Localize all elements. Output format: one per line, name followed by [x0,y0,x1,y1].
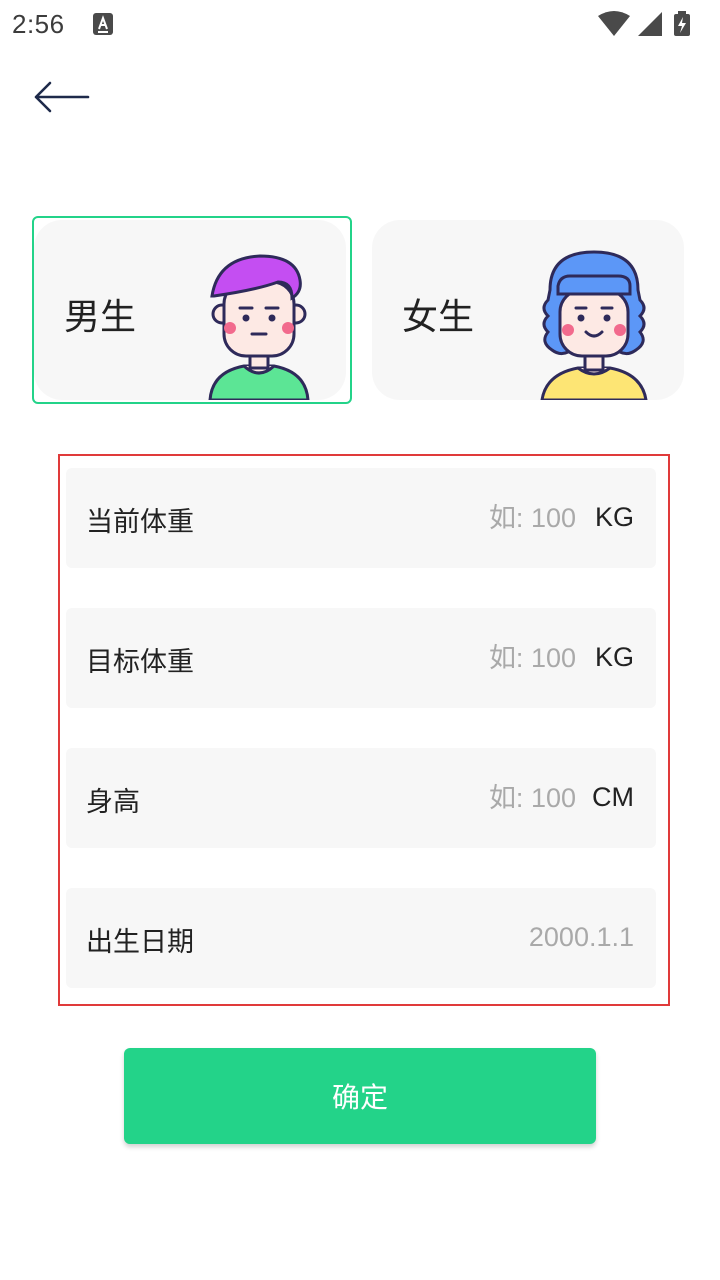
height-field: 身高 CM [66,748,656,848]
male-avatar-icon [208,254,310,400]
gender-male-label: 男生 [64,297,137,338]
female-avatar-icon [540,250,648,400]
current-weight-input[interactable] [376,498,576,538]
back-button[interactable] [30,72,96,122]
target-weight-label: 目标体重 [86,647,194,678]
height-input[interactable] [376,778,576,818]
status-right-icons [596,10,706,38]
height-unit: CM [592,782,634,812]
battery-charging-icon [674,11,690,36]
birth-date-field[interactable]: 出生日期 2000.1.1 [66,888,656,988]
current-weight-unit: KG [594,502,634,532]
birth-date-value[interactable]: 2000.1.1 [529,922,634,953]
status-time: 2:56 [12,9,65,39]
status-bar: 2:56 [0,0,720,50]
wifi-icon [598,11,630,36]
current-weight-label: 当前体重 [86,507,194,538]
gender-card-male[interactable]: 男生 [34,220,346,400]
current-weight-field: 当前体重 KG [66,468,656,568]
gender-female-label: 女生 [402,297,475,338]
birth-date-label: 出生日期 [86,927,194,958]
keyboard-a-icon [93,13,113,35]
height-label: 身高 [86,787,140,818]
confirm-button[interactable]: 确定 [124,1048,596,1144]
cell-signal-icon [638,12,662,36]
arrow-left-icon [34,81,90,113]
target-weight-input[interactable] [376,638,576,678]
gender-card-female[interactable]: 女生 [372,220,684,400]
target-weight-unit: KG [594,642,634,672]
target-weight-field: 目标体重 KG [66,608,656,708]
